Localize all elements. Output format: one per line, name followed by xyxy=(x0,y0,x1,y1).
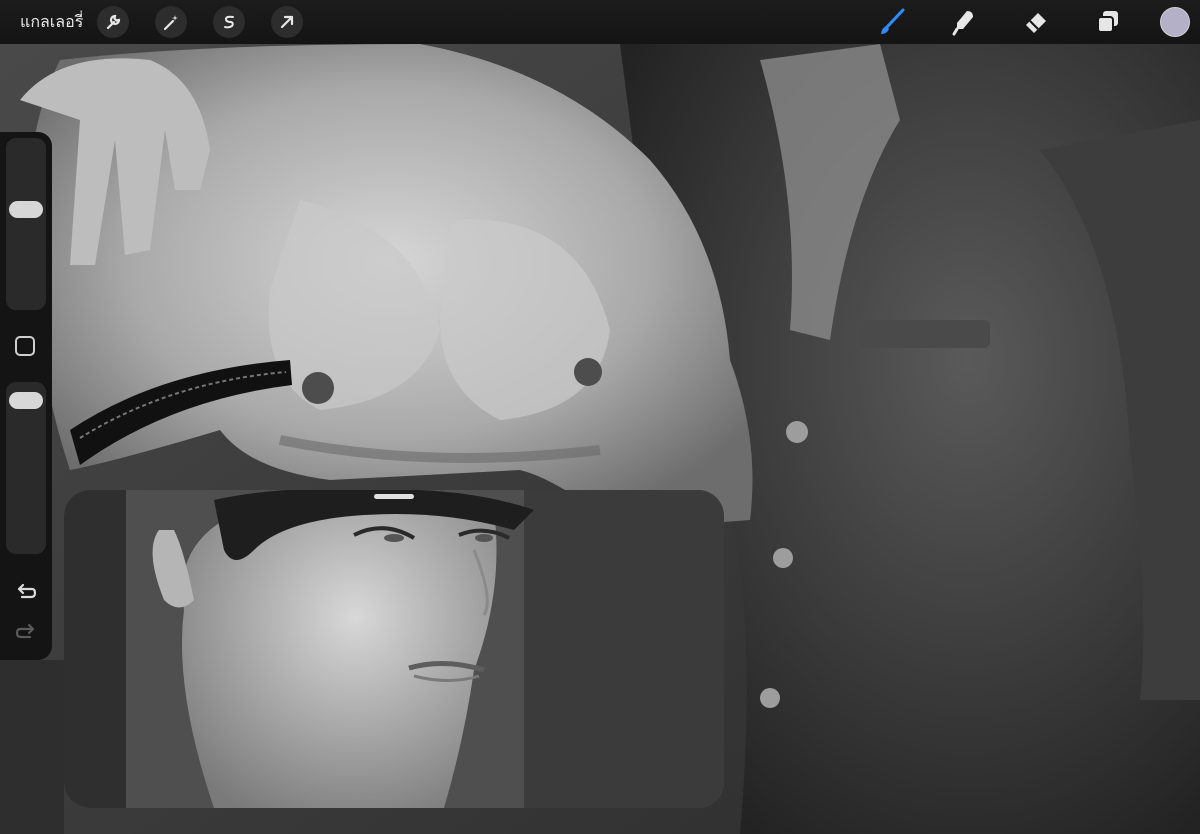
arrow-cursor-icon xyxy=(281,15,294,29)
reference-drag-handle[interactable] xyxy=(374,494,414,499)
opacity-slider[interactable] xyxy=(6,382,46,554)
gallery-button[interactable]: แกลเลอรี่ xyxy=(20,10,83,35)
magic-wand-icon xyxy=(164,15,179,31)
brush-icon xyxy=(881,8,905,34)
reference-image xyxy=(64,490,724,808)
left-sidebar xyxy=(0,132,52,660)
transform-button[interactable] xyxy=(271,6,304,38)
top-toolbar: แกลเลอรี่ xyxy=(0,0,1200,44)
color-picker-button[interactable] xyxy=(1160,7,1190,37)
reference-window[interactable] xyxy=(64,490,724,808)
brush-size-thumb[interactable] xyxy=(9,200,43,218)
brush-size-slider[interactable] xyxy=(6,138,46,310)
layers-icon xyxy=(1097,11,1118,33)
redo-icon[interactable] xyxy=(14,620,38,644)
brush-button[interactable] xyxy=(872,2,912,42)
right-tools xyxy=(840,0,1190,44)
layers-button[interactable] xyxy=(1088,2,1128,42)
selection-button[interactable] xyxy=(213,6,246,38)
selection-s-icon xyxy=(224,15,235,29)
eraser-icon xyxy=(1026,13,1046,33)
modify-button[interactable] xyxy=(15,336,35,356)
smudge-button[interactable] xyxy=(944,2,984,42)
actions-button[interactable] xyxy=(97,6,130,38)
undo-icon[interactable] xyxy=(14,580,38,604)
eraser-button[interactable] xyxy=(1016,2,1056,42)
wrench-icon xyxy=(107,14,121,30)
smudge-finger-icon xyxy=(952,11,973,36)
opacity-thumb[interactable] xyxy=(9,392,43,410)
adjustments-button[interactable] xyxy=(155,6,188,38)
